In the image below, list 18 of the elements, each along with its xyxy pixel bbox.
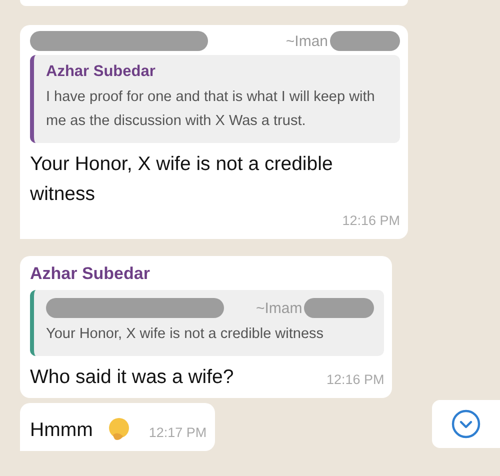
message-time: 12:17 PM [148,424,207,442]
sender-name: Azhar Subedar [46,62,156,82]
message-text: Hmmm [30,418,93,443]
sender-name: Azhar Subedar [30,263,151,285]
scroll-down-button[interactable] [432,400,500,448]
quoted-message[interactable]: Azhar Subedar I have proof for one and that is what I will keep with me as the discussion with X Was a trust. [30,55,400,143]
sender-alias: ~Iman [286,32,328,50]
redaction-mark [330,31,400,51]
message-time: 12:16 PM [325,371,384,389]
message-time: 12:16 PM [341,212,400,230]
sender-alias: ~Imam [256,300,302,316]
redaction-mark [304,298,374,318]
quoted-message[interactable]: ~Imam Your Honor, X wife is not a credible witness [30,290,384,356]
quoted-text: Your Honor, X wife is not a credible witness [46,325,325,344]
chevron-down-icon [451,409,481,439]
message-text: Your Honor, X wife is not a credible witness [30,152,334,207]
message-text: Who said it was a wife? [30,365,234,390]
quoted-text: I have proof for one and that is what I will keep with me as the discussion with X Was a trust. [46,88,376,131]
